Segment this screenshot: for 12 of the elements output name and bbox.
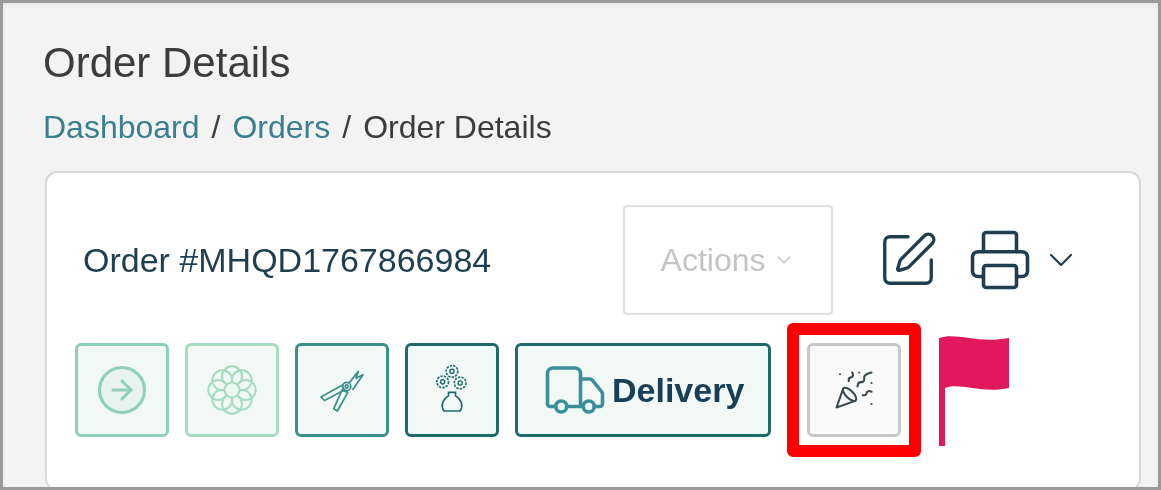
breadcrumb-link[interactable]: Dashboard (43, 107, 200, 147)
page-title: Order Details (43, 39, 292, 87)
step-button[interactable] (405, 343, 499, 437)
delivery-step-button[interactable]: Delivery (515, 343, 772, 437)
step-button[interactable] (295, 343, 389, 437)
breadcrumb-current: Order Details (363, 108, 552, 147)
party-popper-icon (833, 369, 876, 411)
order-number: Order #MHQD1767866984 (83, 239, 493, 281)
breadcrumb-separator: / (211, 108, 221, 147)
breadcrumb-link[interactable]: Orders (232, 107, 331, 147)
arrow-circle-icon (95, 363, 149, 417)
breadcrumb-separator: / (342, 108, 352, 147)
